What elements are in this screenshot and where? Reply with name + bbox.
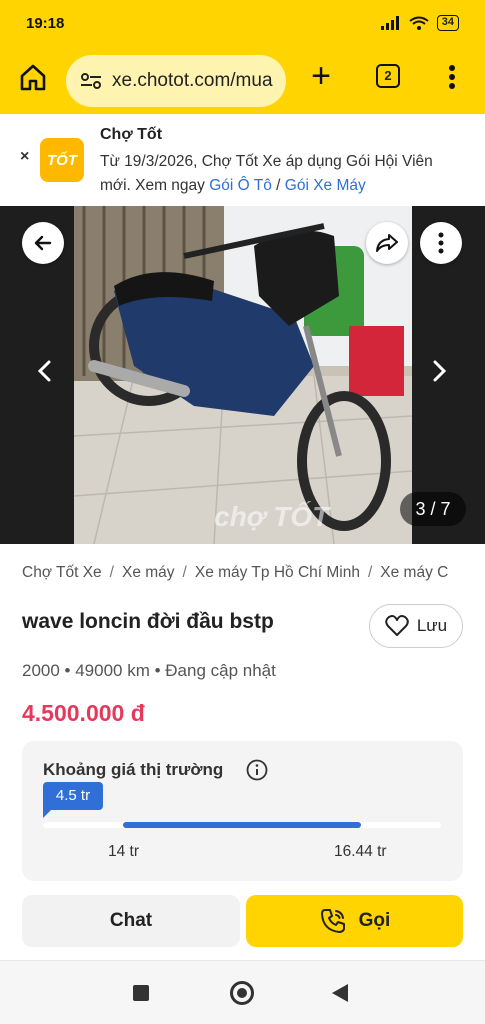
home-icon[interactable]: [18, 62, 48, 92]
back-button[interactable]: [22, 222, 64, 264]
signal-icon: [380, 16, 399, 30]
breadcrumb-item[interactable]: Xe máy: [122, 564, 175, 581]
banner-message: Từ 19/3/2026, Chợ Tốt Xe áp dụng Gói Hội…: [100, 150, 460, 198]
arrow-left-icon: [34, 235, 52, 251]
address-bar[interactable]: xe.chotot.com/mua: [66, 55, 286, 107]
listing-price: 4.500.000 đ: [22, 700, 145, 726]
more-vert-icon: [438, 232, 444, 254]
system-navigation-bar: [0, 960, 485, 1024]
breadcrumb-item[interactable]: Chợ Tốt Xe: [22, 564, 102, 581]
status-time: 19:18: [26, 14, 65, 32]
price-range-fill: [122, 822, 362, 828]
breadcrumb: Chợ Tốt Xe / Xe máy / Xe máy Tp Hồ Chí Minh /…: [22, 564, 485, 586]
breadcrumb-separator: /: [109, 564, 114, 581]
market-price-range: Khoảng giá thị trường 4.5 tr 14 tr 16.44…: [22, 741, 463, 881]
banner-title: Chợ Tốt: [100, 126, 163, 143]
chevron-left-icon[interactable]: [30, 356, 60, 386]
call-label: Gọi: [358, 910, 391, 931]
call-button[interactable]: Gọi: [246, 895, 463, 947]
back-nav-button[interactable]: [332, 984, 348, 1002]
new-tab-button[interactable]: +: [306, 59, 336, 93]
current-price-pointer: [43, 810, 51, 818]
close-icon[interactable]: ×: [20, 148, 29, 166]
range-low-label: 14 tr: [108, 843, 140, 860]
membership-banner: × TỐT Chợ Tốt Từ 19/3/2026, Chợ Tốt Xe á…: [0, 114, 485, 206]
listing-photo[interactable]: chợ TỐT: [74, 206, 412, 544]
price-range-track: [43, 822, 441, 828]
more-options-button[interactable]: [420, 222, 462, 264]
motorbike-photo: chợ TỐT: [74, 206, 412, 544]
chotot-logo: TỐT: [40, 138, 84, 182]
chat-button[interactable]: Chat: [22, 895, 240, 947]
phone-icon: [320, 909, 345, 933]
listing-meta: 2000 • 49000 km • Đang cập nhật: [22, 661, 276, 680]
chevron-right-icon[interactable]: [424, 356, 454, 386]
browser-toolbar: xe.chotot.com/mua + 2: [0, 46, 485, 114]
site-settings-icon[interactable]: [80, 72, 102, 90]
market-range-title: Khoảng giá thị trường: [43, 760, 224, 779]
wifi-icon: [409, 16, 429, 30]
breadcrumb-separator: /: [367, 564, 373, 581]
banner-divider: /: [271, 177, 285, 194]
photo-counter: 3 / 7: [400, 492, 466, 526]
save-button[interactable]: Lưu: [369, 604, 463, 648]
breadcrumb-separator: /: [182, 564, 187, 581]
home-button[interactable]: [230, 981, 254, 1005]
save-label: Lưu: [416, 616, 448, 635]
photo-gallery[interactable]: chợ TỐT 3 / 7: [0, 206, 485, 544]
range-high-label: 16.44 tr: [334, 843, 387, 860]
car-package-link[interactable]: Gói Ô Tô: [209, 177, 272, 194]
breadcrumb-item[interactable]: Xe máy Tp Hồ Chí Minh: [195, 564, 360, 581]
current-price-badge: 4.5 tr: [43, 782, 103, 810]
status-icons: 34: [380, 15, 459, 31]
url-text: xe.chotot.com/mua: [112, 70, 273, 91]
bike-package-link[interactable]: Gói Xe Máy: [285, 177, 366, 194]
recents-button[interactable]: [133, 985, 149, 1001]
breadcrumb-item[interactable]: Xe máy C: [380, 564, 448, 581]
listing-title: wave loncin đời đầu bstp: [22, 610, 274, 633]
share-button[interactable]: [366, 222, 408, 264]
heart-icon: [385, 615, 409, 636]
status-bar: 19:18 34: [0, 0, 485, 46]
more-vert-icon[interactable]: [440, 62, 464, 92]
battery-indicator: 34: [436, 15, 459, 31]
info-icon[interactable]: [246, 759, 268, 781]
watermark-text: chợ TỐT: [214, 500, 332, 532]
tab-switcher-button[interactable]: 2: [376, 64, 400, 88]
share-icon: [376, 234, 398, 252]
